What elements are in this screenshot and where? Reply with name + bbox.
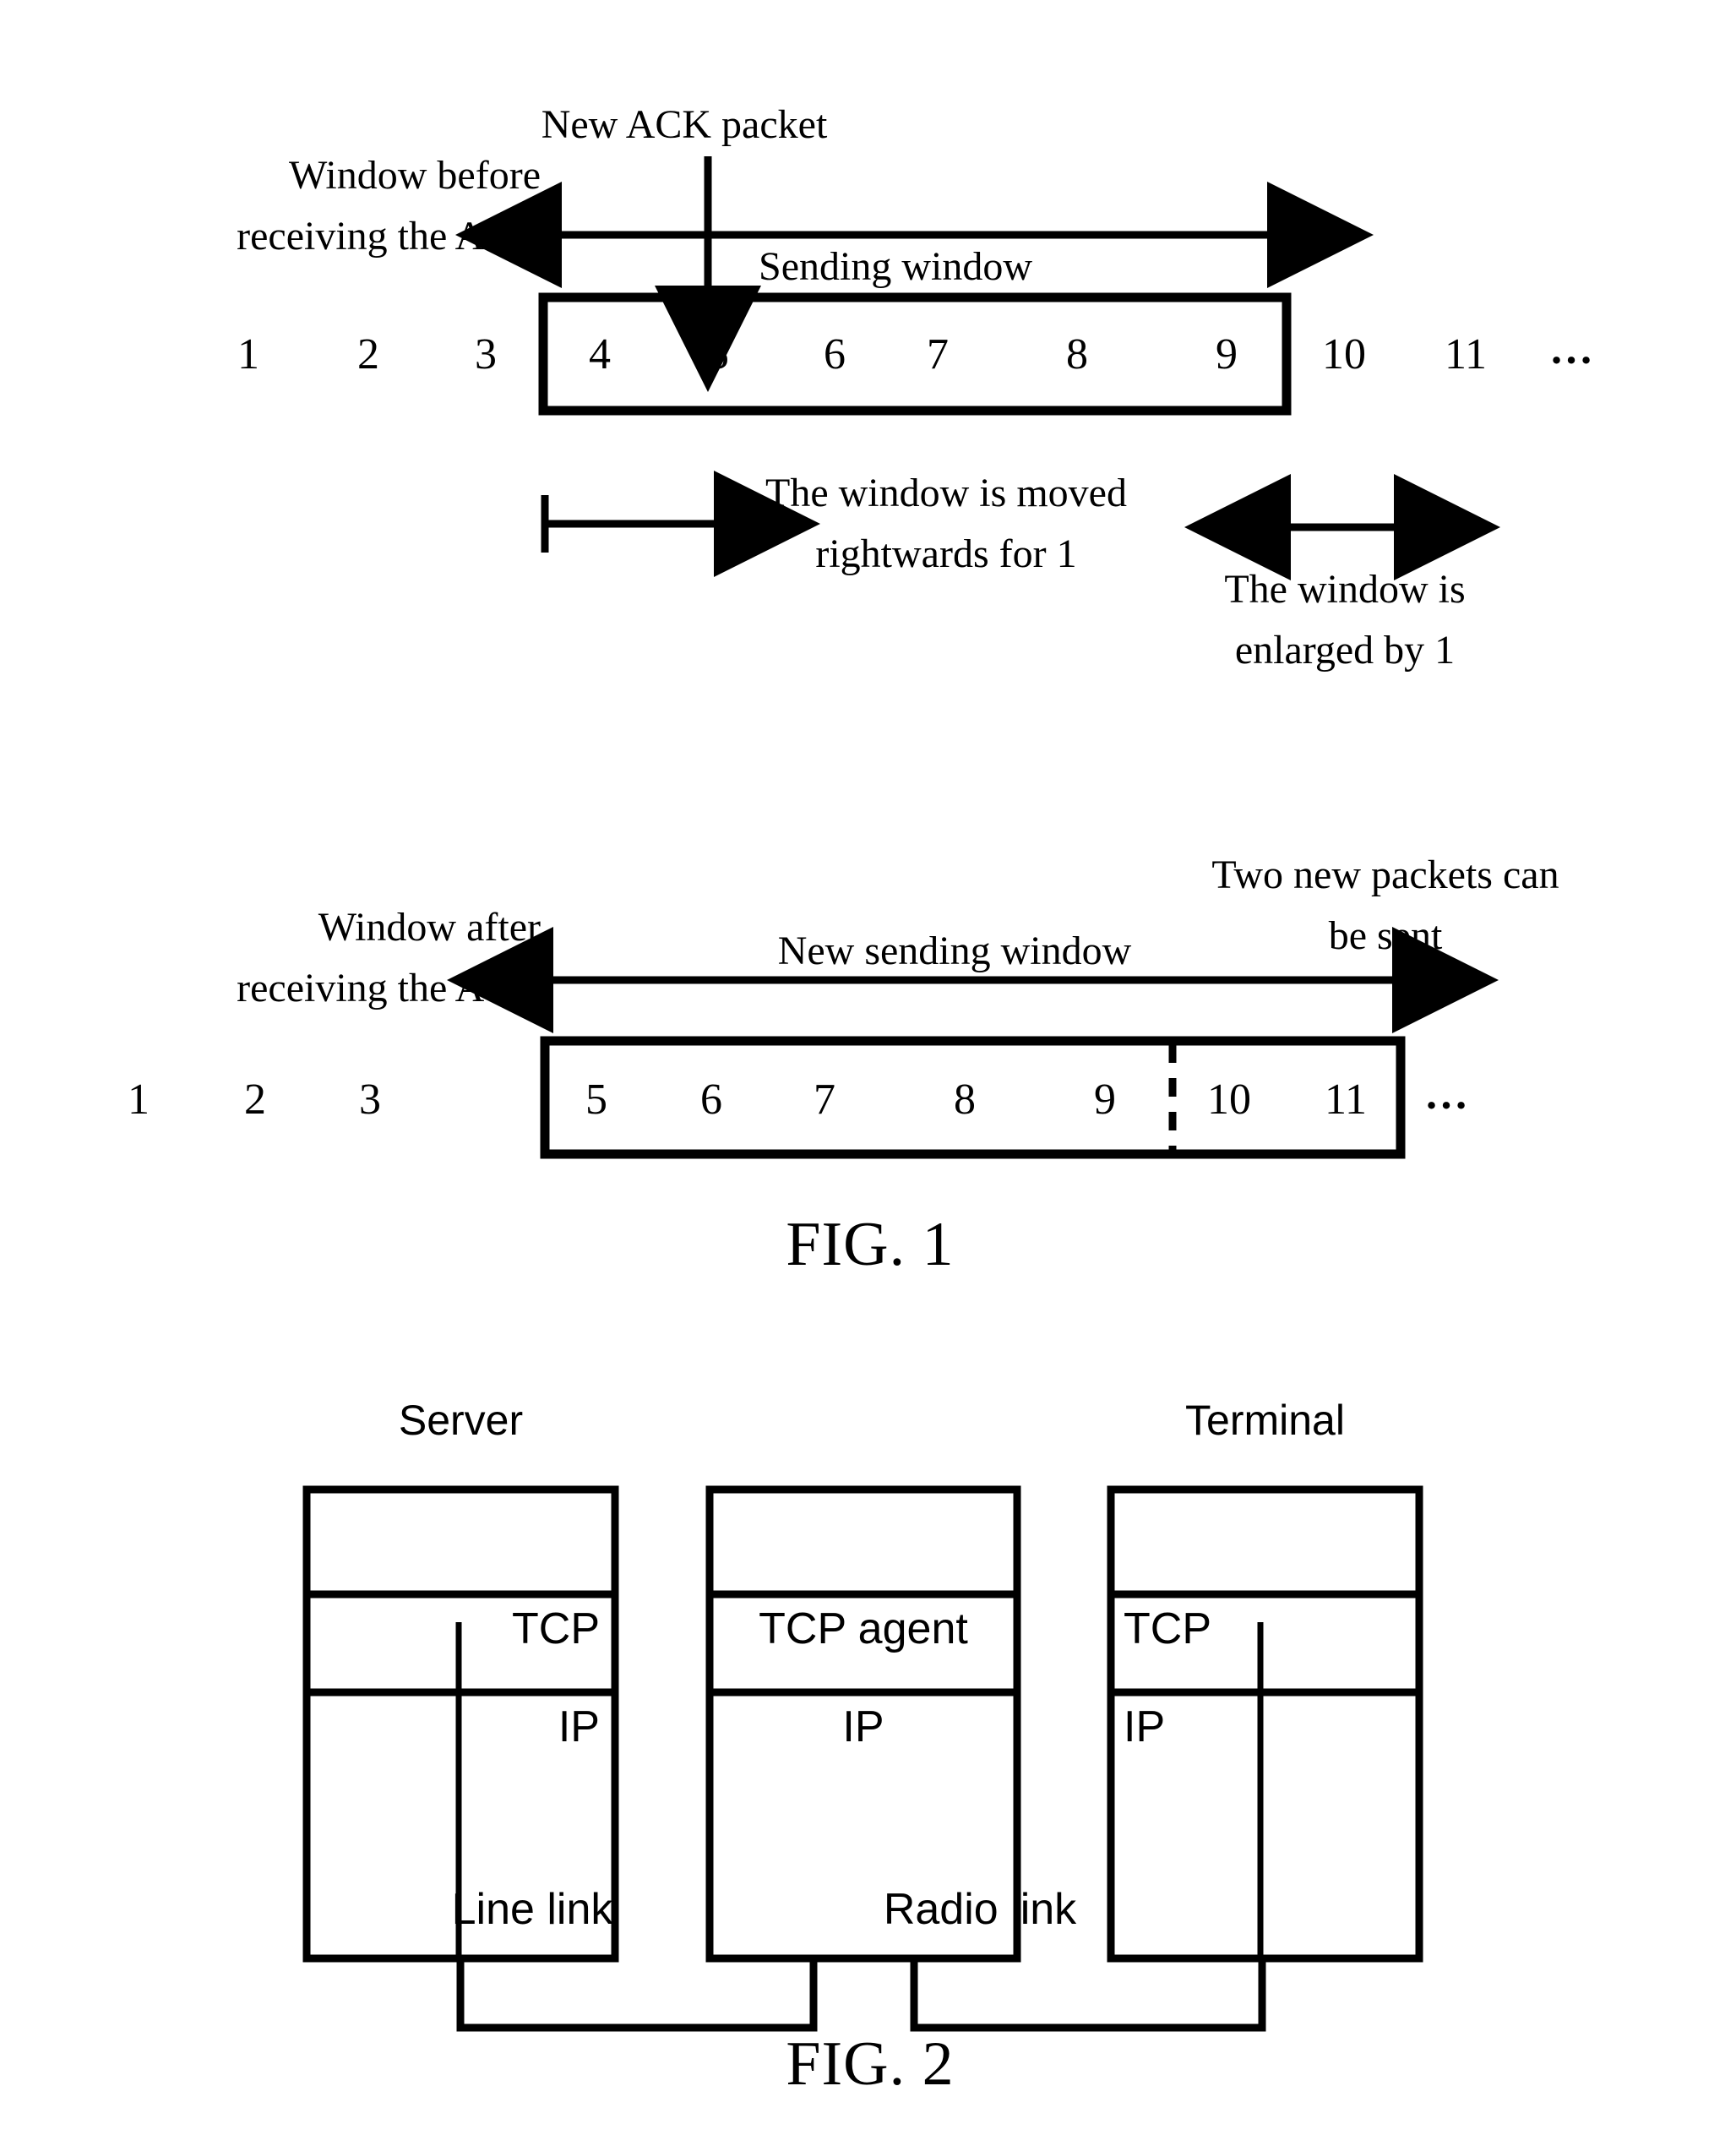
radio-link-connector	[910, 1958, 1266, 2032]
link-label-line-link: Line link	[451, 1885, 613, 1934]
figure-2-caption: FIG. 2	[786, 2029, 955, 2099]
packet-number-in-window: 8	[1066, 330, 1088, 379]
two-new-packets-note-line2: be sent	[1328, 913, 1443, 958]
window-after-label-line2: receiving the ACK	[237, 966, 541, 1010]
packet-number-in-window: 6	[700, 1076, 722, 1124]
figure-1-caption: FIG. 1	[786, 1210, 955, 1279]
packet-number-in-window: 5	[585, 1076, 607, 1124]
node-title-terminal: Terminal	[1185, 1397, 1345, 1444]
window-before-label-line2: receiving the ACK	[237, 214, 541, 259]
window-enlarged-note-line2: enlarged by 1	[1234, 628, 1456, 673]
window-moved-note-line2: rightwards for 1	[815, 531, 1077, 576]
window-moved-measure-arrow	[541, 471, 820, 577]
packet-number-in-window: 9	[1216, 330, 1238, 379]
packet-number-in-window: 8	[954, 1076, 976, 1124]
new-sending-window-label: New sending window	[777, 929, 1132, 973]
window-enlarged-measure-arrow	[1184, 474, 1500, 580]
packet-number-outside-left: 3	[359, 1076, 381, 1124]
window-before-label-line1: Window before	[289, 153, 541, 198]
packet-number-outside-left: 1	[128, 1076, 150, 1124]
packet-number-in-window: 5	[707, 330, 729, 379]
terminal-row-label-tcp: TCP	[1124, 1604, 1211, 1653]
packet-number-outside-left: 2	[244, 1076, 266, 1124]
two-new-packets-note-line1: Two new packets can	[1211, 852, 1559, 897]
packet-number-new-slot: 10	[1207, 1076, 1251, 1124]
patent-drawing-sheet: New ACK packet Window before receiving t…	[0, 0, 1736, 2135]
packet-number-in-window: 9	[1094, 1076, 1116, 1124]
link-label-radio-link: Radio link	[883, 1885, 1077, 1934]
sending-window-label: Sending window	[759, 244, 1032, 289]
figure-line-art	[302, 156, 1500, 2032]
packet-number-in-window: 7	[927, 330, 949, 379]
node-title-server: Server	[398, 1397, 524, 1444]
packet-number-in-window: 6	[824, 330, 846, 379]
agent-row-label-tcp-agent: TCP agent	[759, 1604, 968, 1653]
packet-number-new-slot: 11	[1324, 1076, 1368, 1124]
packet-number-outside-left: 2	[357, 330, 379, 379]
window-moved-note-line1: The window is moved	[765, 471, 1127, 515]
server-row-label-ip: IP	[558, 1702, 600, 1751]
window-after-label-line1: Window after	[318, 905, 541, 950]
packet-number-outside-right: 10	[1322, 330, 1366, 379]
packet-number-outside-right: 11	[1444, 330, 1488, 379]
terminal-row-label-ip: IP	[1124, 1702, 1166, 1751]
agent-row-label-ip: IP	[842, 1702, 884, 1751]
packet-number-outside-left: 1	[237, 330, 259, 379]
new-ack-packet-label: New ACK packet	[541, 102, 828, 147]
line-link-connector	[456, 1958, 818, 2032]
window-enlarged-note-line1: The window is	[1224, 567, 1466, 612]
packet-number-outside-left: 3	[475, 330, 497, 379]
packet-sequence-ellipsis: …	[1424, 1070, 1470, 1119]
packet-number-in-window: 7	[814, 1076, 835, 1124]
packet-number-in-window: 4	[589, 330, 611, 379]
packet-sequence-ellipsis: …	[1549, 325, 1595, 373]
server-row-label-tcp: TCP	[512, 1604, 600, 1653]
